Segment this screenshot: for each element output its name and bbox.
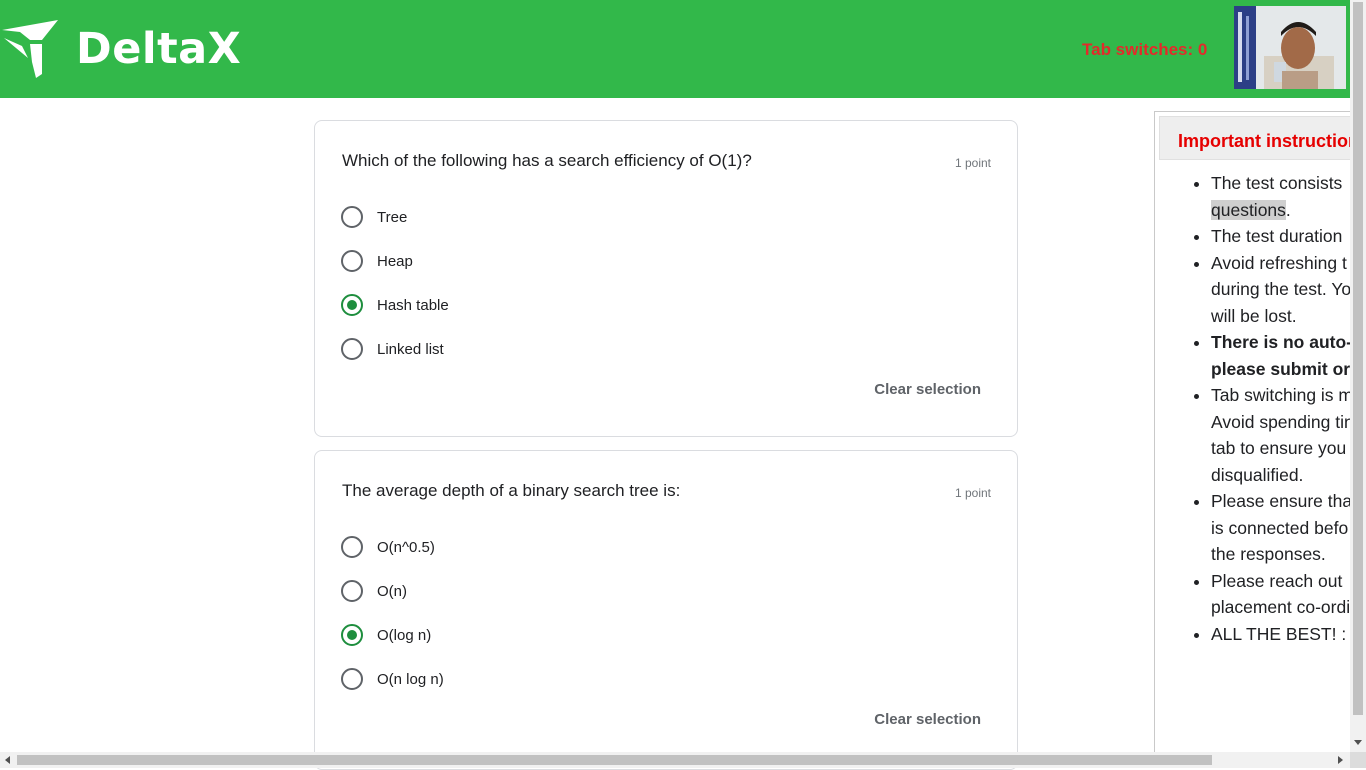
instruction-item: Please reach outplacement co-ordi bbox=[1211, 568, 1350, 621]
instruction-item: Tab switching is mAvoid spending tintab … bbox=[1211, 382, 1350, 488]
clear-selection-button[interactable]: Clear selection bbox=[874, 381, 981, 398]
radio-button[interactable] bbox=[341, 206, 363, 228]
question-card-1: Which of the following has a search effi… bbox=[314, 120, 1018, 437]
vertical-scrollbar[interactable] bbox=[1350, 0, 1366, 752]
option-o-log-n[interactable]: O(log n) bbox=[341, 623, 431, 647]
horizontal-scroll-thumb[interactable] bbox=[17, 755, 1212, 765]
question-points: 1 point bbox=[954, 156, 991, 170]
radio-button-selected[interactable] bbox=[341, 624, 363, 646]
question-text: Which of the following has a search effi… bbox=[342, 151, 752, 170]
option-o-n-log-n[interactable]: O(n log n) bbox=[341, 667, 444, 691]
scroll-down-arrow-icon[interactable] bbox=[1354, 740, 1362, 745]
app-header: DeltaX Tab switches: 0 bbox=[0, 0, 1350, 98]
instructions-header: Important instruction bbox=[1159, 116, 1350, 160]
radio-button-selected[interactable] bbox=[341, 294, 363, 316]
clear-selection-button[interactable]: Clear selection bbox=[874, 711, 981, 728]
radio-button[interactable] bbox=[341, 536, 363, 558]
option-label: O(log n) bbox=[377, 626, 432, 644]
radio-button[interactable] bbox=[341, 580, 363, 602]
option-linked-list[interactable]: Linked list bbox=[341, 337, 444, 361]
option-label: Linked list bbox=[377, 340, 444, 358]
option-label: Hash table bbox=[377, 296, 449, 314]
instructions-list: The test consistsquestions. The test dur… bbox=[1193, 170, 1350, 647]
radio-button[interactable] bbox=[341, 338, 363, 360]
option-label: Tree bbox=[377, 208, 408, 226]
option-tree[interactable]: Tree bbox=[341, 205, 407, 229]
instruction-item: The test duration bbox=[1211, 223, 1350, 250]
option-hash-table[interactable]: Hash table bbox=[341, 293, 449, 317]
brand-name: DeltaX bbox=[76, 24, 242, 74]
question-card-2: The average depth of a binary search tre… bbox=[314, 450, 1018, 770]
deltax-logo-icon bbox=[2, 20, 58, 78]
question-text: The average depth of a binary search tre… bbox=[342, 481, 681, 500]
instruction-item: Avoid refreshing tduring the test. Yowil… bbox=[1211, 250, 1350, 330]
option-heap[interactable]: Heap bbox=[341, 249, 413, 273]
instruction-item: ALL THE BEST! : bbox=[1211, 621, 1350, 648]
option-label: O(n) bbox=[377, 582, 407, 600]
scroll-right-arrow-icon[interactable] bbox=[1338, 756, 1343, 764]
instructions-title: Important instruction bbox=[1178, 131, 1350, 151]
instruction-item: There is no auto-please submit or bbox=[1211, 329, 1350, 382]
instruction-item: The test consistsquestions. bbox=[1211, 170, 1350, 223]
scroll-left-arrow-icon[interactable] bbox=[5, 756, 10, 764]
instructions-panel: Important instruction The test consistsq… bbox=[1154, 111, 1350, 752]
instruction-item: Please ensure thais connected befothe re… bbox=[1211, 488, 1350, 568]
tab-switch-counter: Tab switches: 0 bbox=[1082, 40, 1208, 59]
question-points: 1 point bbox=[954, 486, 991, 500]
option-o-n-pow-half[interactable]: O(n^0.5) bbox=[341, 535, 435, 559]
option-label: O(n^0.5) bbox=[377, 538, 435, 556]
radio-button[interactable] bbox=[341, 250, 363, 272]
option-label: O(n log n) bbox=[377, 670, 444, 688]
option-o-n[interactable]: O(n) bbox=[341, 579, 407, 603]
vertical-scroll-thumb[interactable] bbox=[1353, 2, 1363, 715]
radio-button[interactable] bbox=[341, 668, 363, 690]
option-label: Heap bbox=[377, 252, 413, 270]
webcam-preview bbox=[1234, 6, 1346, 89]
horizontal-scrollbar[interactable] bbox=[0, 752, 1350, 768]
scrollbar-corner bbox=[1350, 752, 1366, 768]
